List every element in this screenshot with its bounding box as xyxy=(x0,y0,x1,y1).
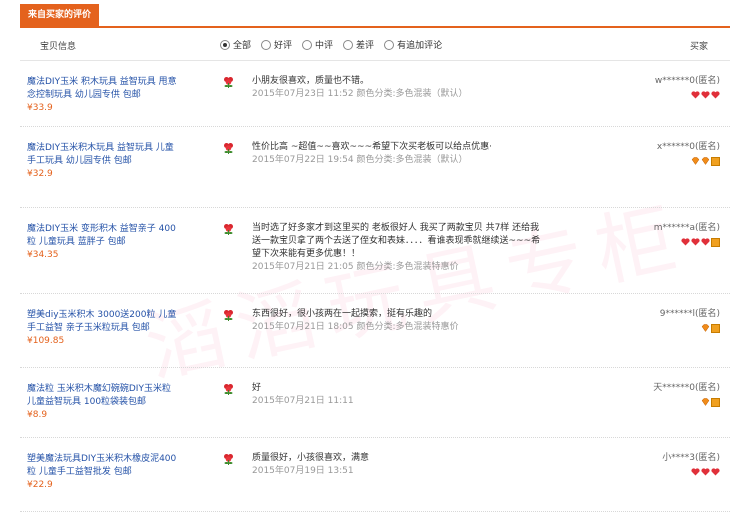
product-info: 塑美魔法玩具DIY玉米积木橡皮泥400粒 儿童手工益智批发 包邮 ¥22.9 xyxy=(27,453,177,492)
badge-icon xyxy=(711,324,720,333)
review-row: 塑美魔法玩具DIY玉米积木橡皮泥400粒 儿童手工益智批发 包邮 ¥22.9 质量很… xyxy=(20,437,730,512)
review-content: 东西很好，很小孩两在一起摸索，挺有乐趣的 2015年07月21日 18:05 颜色… xyxy=(252,308,542,334)
product-info: 魔法DIY玉米积木玩具 益智玩具 儿童手工玩具 幼儿园专供 包邮 ¥32.9 xyxy=(27,142,177,181)
buyer-rank xyxy=(657,157,720,166)
buyer-rank xyxy=(655,91,720,99)
diamond-icon xyxy=(701,157,710,165)
review-meta: 2015年07月21日 18:05 颜色分类:多色混装特惠价 xyxy=(252,322,459,332)
buyer-name: 9******l(匿名) xyxy=(659,309,720,319)
product-price: ¥32.9 xyxy=(27,169,53,179)
review-row: 塑美diy玉米积木 3000送200粒 儿童手工益智 亲子玉米粒玩具 包邮 ¥10… xyxy=(20,293,730,368)
review-meta: 2015年07月21日 11:11 xyxy=(252,396,354,406)
review-text: 质量很好，小孩很喜欢，满意 xyxy=(252,453,370,463)
review-filter-group: 全部 好评 中评 差评 有追加评论 xyxy=(220,38,442,51)
heart-icon xyxy=(701,238,710,246)
heart-icon xyxy=(691,238,700,246)
product-price: ¥109.85 xyxy=(27,336,65,346)
product-price: ¥34.35 xyxy=(27,250,59,260)
radio-icon[interactable] xyxy=(220,39,230,50)
buyer-info: 小****3(匿名) xyxy=(662,452,720,476)
product-link[interactable]: 魔法DIY玉米 积木玩具 益智玩具 甩意念控制玩具 幼儿园专供 包邮 xyxy=(27,77,177,100)
buyer-name: 天******0(匿名) xyxy=(653,383,720,393)
filter-all[interactable]: 全部 xyxy=(220,38,251,51)
radio-icon[interactable] xyxy=(384,39,395,50)
item-info-label: 宝贝信息 xyxy=(40,42,77,52)
buyer-info: 9******l(匿名) xyxy=(660,308,720,333)
review-content: 质量很好，小孩很喜欢，满意 2015年07月19日 13:51 xyxy=(252,452,542,478)
heart-icon xyxy=(701,468,710,476)
buyer-name: w******0(匿名) xyxy=(654,76,720,86)
review-text: 东西很好，很小孩两在一起摸索，挺有乐趣的 xyxy=(252,309,433,319)
review-header: 宝贝信息 全部 好评 中评 差评 有追加评论 买家 xyxy=(20,28,730,61)
filter-followup[interactable]: 有追加评论 xyxy=(384,38,442,51)
review-text: 性价比高 ~超值~~喜欢~~~希望下次买老板可以给点优惠· xyxy=(252,142,492,152)
product-info: 魔法粒 玉米积木魔幻碗碗DIY玉米粒儿童益智玩具 100粒袋装包邮 ¥8.9 xyxy=(27,383,177,422)
review-row: 魔法DIY玉米 积木玩具 益智玩具 甩意念控制玩具 幼儿园专供 包邮 ¥33.9 小… xyxy=(20,60,730,127)
review-text: 好 xyxy=(252,383,262,393)
buyer-info: w******0(匿名) xyxy=(655,75,720,99)
review-content: 当时选了好多家才到这里买的 老板很好人 我买了两款宝贝 共7样 还给我送一款宝贝… xyxy=(252,222,542,274)
heart-icon xyxy=(691,91,700,99)
review-text: 当时选了好多家才到这里买的 老板很好人 我买了两款宝贝 共7样 还给我送一款宝贝… xyxy=(252,223,541,259)
product-link[interactable]: 魔法DIY玉米 变形积木 益智亲子 400粒 儿童玩具 蓝胖子 包邮 xyxy=(27,224,176,247)
review-meta: 2015年07月22日 19:54 颜色分类:多色混装（默认） xyxy=(252,155,468,165)
product-info: 塑美diy玉米积木 3000送200粒 儿童手工益智 亲子玉米粒玩具 包邮 ¥10… xyxy=(27,309,177,348)
product-price: ¥8.9 xyxy=(27,410,48,420)
review-row: 魔法DIY玉米积木玩具 益智玩具 儿童手工玩具 幼儿园专供 包邮 ¥32.9 性价比… xyxy=(20,126,730,208)
heart-icon xyxy=(681,238,690,246)
product-link[interactable]: 魔法粒 玉米积木魔幻碗碗DIY玉米粒儿童益智玩具 100粒袋装包邮 xyxy=(27,384,171,407)
product-price: ¥33.9 xyxy=(27,103,53,113)
badge-icon xyxy=(711,238,720,247)
review-row: 魔法粒 玉米积木魔幻碗碗DIY玉米粒儿童益智玩具 100粒袋装包邮 ¥8.9 好 20… xyxy=(20,367,730,438)
filter-good[interactable]: 好评 xyxy=(261,38,292,51)
buyer-rank xyxy=(654,238,720,247)
rose-icon xyxy=(223,383,234,395)
review-content: 好 2015年07月21日 11:11 xyxy=(252,382,542,408)
product-link[interactable]: 魔法DIY玉米积木玩具 益智玩具 儿童手工玩具 幼儿园专供 包邮 xyxy=(27,143,174,166)
heart-icon xyxy=(711,91,720,99)
buyer-name: x******0(匿名) xyxy=(656,142,720,152)
diamond-icon xyxy=(701,324,710,332)
rose-icon xyxy=(223,142,234,154)
heart-icon xyxy=(711,468,720,476)
product-price: ¥22.9 xyxy=(27,480,53,490)
product-info: 魔法DIY玉米 积木玩具 益智玩具 甩意念控制玩具 幼儿园专供 包邮 ¥33.9 xyxy=(27,76,177,115)
tab-bar: 来自买家的评价 xyxy=(20,0,730,28)
radio-icon[interactable] xyxy=(343,39,354,50)
buyer-rank xyxy=(662,468,720,476)
buyer-name: m******a(匿名) xyxy=(653,223,720,233)
review-meta: 2015年07月23日 11:52 颜色分类:多色混装（默认） xyxy=(252,89,468,99)
filter-bad[interactable]: 差评 xyxy=(343,38,374,51)
review-meta: 2015年07月19日 13:51 xyxy=(252,466,354,476)
diamond-icon xyxy=(691,157,700,165)
radio-icon[interactable] xyxy=(261,39,272,50)
product-info: 魔法DIY玉米 变形积木 益智亲子 400粒 儿童玩具 蓝胖子 包邮 ¥34.35 xyxy=(27,223,177,262)
rose-icon xyxy=(223,309,234,321)
rose-icon xyxy=(223,223,234,235)
buyer-info: m******a(匿名) xyxy=(654,222,720,247)
radio-icon[interactable] xyxy=(302,39,313,50)
product-link[interactable]: 塑美魔法玩具DIY玉米积木橡皮泥400粒 儿童手工益智批发 包邮 xyxy=(27,454,176,477)
tab-buyer-reviews[interactable]: 来自买家的评价 xyxy=(20,4,100,26)
buyer-label: 买家 xyxy=(689,42,708,52)
review-text: 小朋友很喜欢，质量也不错。 xyxy=(252,76,370,86)
badge-icon xyxy=(711,398,720,407)
product-link[interactable]: 塑美diy玉米积木 3000送200粒 儿童手工益智 亲子玉米粒玩具 包邮 xyxy=(27,310,176,333)
rose-icon xyxy=(223,453,234,465)
buyer-info: 天******0(匿名) xyxy=(653,382,720,407)
review-meta: 2015年07月21日 21:05 颜色分类:多色混装特惠价 xyxy=(252,262,459,272)
heart-icon xyxy=(701,91,710,99)
review-content: 小朋友很喜欢，质量也不错。 2015年07月23日 11:52 颜色分类:多色混装… xyxy=(252,75,542,101)
buyer-name: 小****3(匿名) xyxy=(662,453,720,463)
buyer-info: x******0(匿名) xyxy=(657,141,720,166)
heart-icon xyxy=(691,468,700,476)
diamond-icon xyxy=(701,398,710,406)
filter-neutral[interactable]: 中评 xyxy=(302,38,333,51)
review-row: 魔法DIY玉米 变形积木 益智亲子 400粒 儿童玩具 蓝胖子 包邮 ¥34.35… xyxy=(20,207,730,294)
review-content: 性价比高 ~超值~~喜欢~~~希望下次买老板可以给点优惠· 2015年07月22日… xyxy=(252,141,542,167)
buyer-rank xyxy=(653,398,720,407)
badge-icon xyxy=(711,157,720,166)
buyer-rank xyxy=(660,324,720,333)
rose-icon xyxy=(223,76,234,88)
